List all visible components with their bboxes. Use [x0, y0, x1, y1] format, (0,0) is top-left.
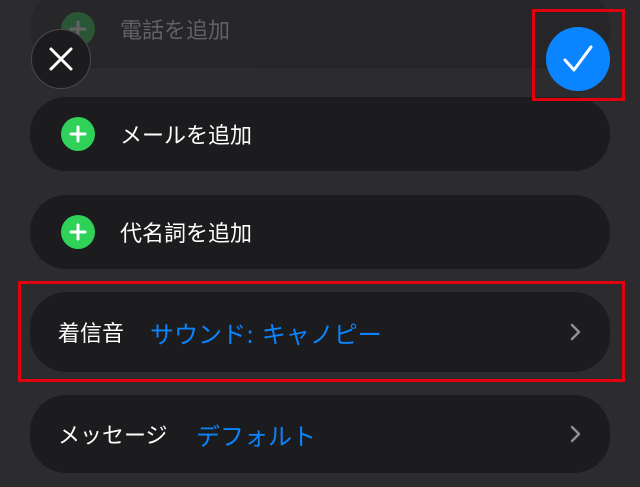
checkmark-icon [563, 45, 593, 72]
add-email-row[interactable]: メールを追加 [30, 97, 610, 171]
ringtone-row[interactable]: 着信音 サウンド: キャノピー [30, 292, 610, 372]
chevron-right-icon [570, 425, 581, 443]
add-pronoun-row[interactable]: 代名詞を追加 [30, 195, 610, 269]
close-icon [49, 47, 73, 71]
confirm-button[interactable] [546, 27, 610, 91]
plus-icon [61, 117, 95, 151]
ringtone-value: サウンド: キャノピー [150, 320, 382, 349]
add-phone-row[interactable]: 電話を追加 [30, 0, 610, 68]
plus-icon [61, 215, 95, 249]
message-value: デフォルト [196, 422, 316, 451]
add-phone-label: 電話を追加 [120, 19, 231, 44]
chevron-right-icon [570, 323, 581, 341]
add-pronoun-label: 代名詞を追加 [120, 222, 253, 247]
close-button[interactable] [31, 29, 91, 89]
add-email-label: メールを追加 [120, 124, 253, 149]
message-label: メッセージ [58, 424, 168, 449]
ringtone-label: 着信音 [58, 322, 125, 347]
message-row[interactable]: メッセージ デフォルト [30, 395, 610, 473]
